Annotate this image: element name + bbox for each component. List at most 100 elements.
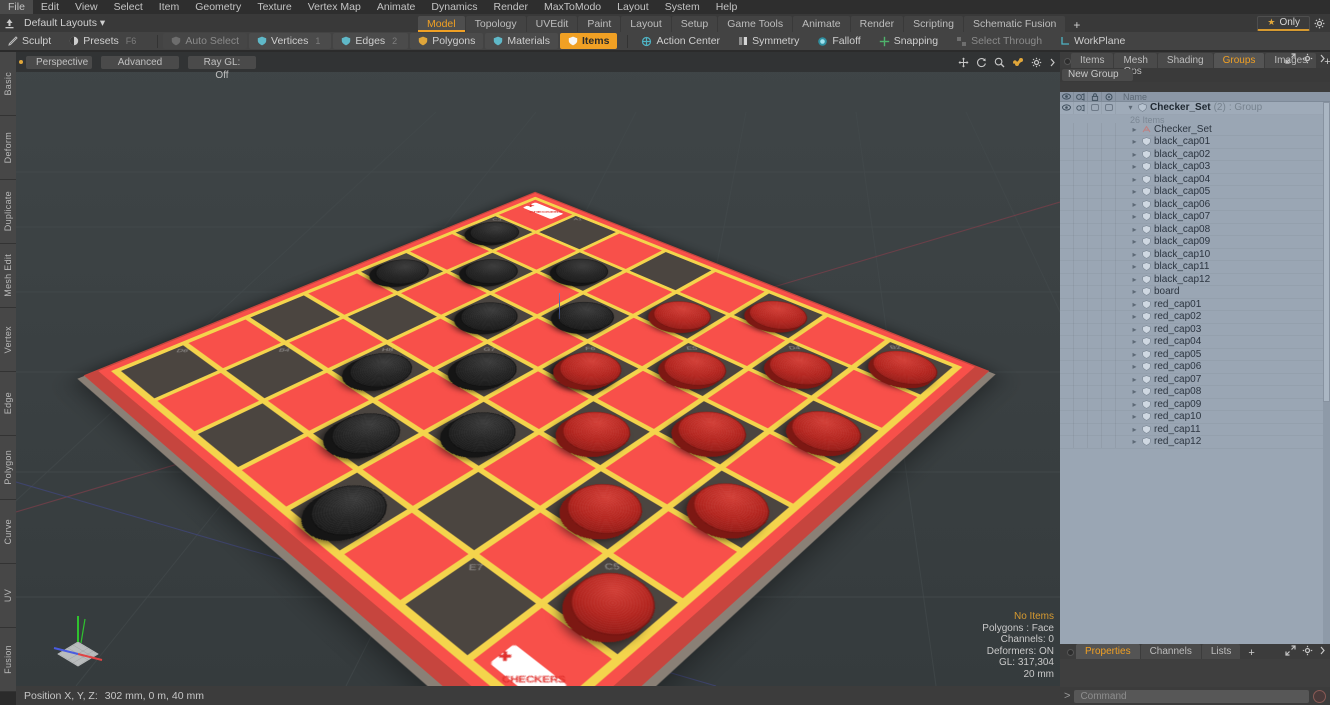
checker-piece-red[interactable] (778, 403, 874, 461)
left-tab-vertex[interactable]: Vertex (0, 308, 16, 372)
left-tab-basic[interactable]: Basic (0, 52, 16, 116)
menu-item-view[interactable]: View (67, 0, 106, 14)
item-select-cell[interactable] (1102, 161, 1116, 174)
chevron-right-icon[interactable] (1049, 57, 1056, 68)
list-item[interactable]: ▸ red_cap01 (1060, 299, 1330, 312)
list-item[interactable]: ▸ red_cap04 (1060, 336, 1330, 349)
item-lock-cell[interactable] (1088, 223, 1102, 236)
materials-button[interactable]: Materials (485, 33, 558, 49)
board-square[interactable] (773, 400, 878, 463)
viewport-3d[interactable]: A1 B2 C3 D4 E5 F6 G7 H8 B4 C5 D6 E7 ✚ CHECKERS ✚ CH… (16, 52, 1060, 686)
gear-icon-viewport[interactable] (1031, 57, 1042, 68)
zoom-icon[interactable] (994, 57, 1005, 68)
list-scrollbar-thumb[interactable] (1323, 102, 1330, 402)
item-render-cell[interactable] (1074, 436, 1088, 449)
item-lock-cell[interactable] (1088, 136, 1102, 149)
board-square[interactable] (479, 512, 603, 599)
item-render-cell[interactable] (1074, 148, 1088, 161)
falloff-button[interactable]: Falloff (809, 33, 868, 49)
item-render-cell[interactable] (1074, 236, 1088, 249)
item-select-cell[interactable] (1102, 273, 1116, 286)
action-center-button[interactable]: Action Center (633, 33, 728, 49)
item-visibility-cell[interactable] (1060, 198, 1074, 211)
item-visibility-cell[interactable] (1060, 436, 1074, 449)
list-item[interactable]: ▸ black_cap02 (1060, 149, 1330, 162)
item-lock-cell[interactable] (1088, 261, 1102, 274)
viewport-view-mode[interactable]: Perspective (26, 56, 92, 69)
item-twirl-icon[interactable]: ▸ (1130, 337, 1139, 346)
menu-item-system[interactable]: System (657, 0, 708, 14)
viewport-shading-mode[interactable]: Advanced (101, 56, 179, 69)
item-lock-cell[interactable] (1088, 311, 1102, 324)
right-panel-tab-groups[interactable]: Groups (1214, 53, 1265, 68)
visibility-column-icon[interactable] (1060, 92, 1074, 102)
item-twirl-icon[interactable]: ▸ (1130, 312, 1139, 321)
item-visibility-cell[interactable] (1060, 148, 1074, 161)
item-select-cell[interactable] (1102, 386, 1116, 399)
gear-icon[interactable] (1310, 16, 1328, 31)
item-visibility-cell[interactable] (1060, 398, 1074, 411)
group-item-list[interactable]: Name ▾ Checker_Set (2) : Group 26 Items ▸ Ch… (1060, 92, 1330, 692)
item-select-cell[interactable] (1102, 361, 1116, 374)
group-header-row[interactable]: ▾ Checker_Set (2) : Group (1060, 102, 1330, 115)
item-select-cell[interactable] (1102, 236, 1116, 249)
item-twirl-icon[interactable]: ▸ (1130, 237, 1139, 246)
checker-piece-red[interactable] (678, 474, 784, 545)
item-lock-cell[interactable] (1088, 386, 1102, 399)
menu-item-texture[interactable]: Texture (249, 0, 299, 14)
item-visibility-cell[interactable] (1060, 236, 1074, 249)
list-item[interactable]: ▸ red_cap05 (1060, 349, 1330, 362)
item-visibility-cell[interactable] (1060, 411, 1074, 424)
axis-gizmo[interactable] (36, 602, 122, 674)
list-item[interactable]: ▸ black_cap11 (1060, 261, 1330, 274)
board-square[interactable]: E7 (405, 557, 536, 655)
item-visibility-cell[interactable] (1060, 386, 1074, 399)
list-item[interactable]: ▸ board (1060, 286, 1330, 299)
item-select-cell[interactable] (1102, 286, 1116, 299)
item-render-cell[interactable] (1074, 398, 1088, 411)
group-lock-toggle[interactable] (1088, 102, 1102, 115)
item-visibility-cell[interactable] (1060, 173, 1074, 186)
item-lock-cell[interactable] (1088, 173, 1102, 186)
board-square[interactable] (242, 436, 353, 506)
board-square[interactable] (817, 370, 917, 428)
render-column-icon[interactable] (1074, 92, 1088, 102)
board-square[interactable] (158, 373, 259, 431)
layout-tab-model[interactable]: Model (418, 16, 465, 32)
layout-tab-setup[interactable]: Setup (672, 16, 717, 32)
item-twirl-icon[interactable]: ▸ (1130, 287, 1139, 296)
item-twirl-icon[interactable]: ▸ (1130, 437, 1139, 446)
item-twirl-icon[interactable]: ▸ (1130, 262, 1139, 271)
item-lock-cell[interactable] (1088, 273, 1102, 286)
item-render-cell[interactable] (1074, 173, 1088, 186)
board-square[interactable] (418, 472, 535, 550)
menu-item-item[interactable]: Item (151, 0, 187, 14)
item-twirl-icon[interactable]: ▸ (1130, 300, 1139, 309)
layout-tab-scripting[interactable]: Scripting (904, 16, 963, 32)
board-square[interactable] (545, 471, 662, 549)
item-twirl-icon[interactable]: ▸ (1130, 387, 1139, 396)
item-select-cell[interactable] (1102, 311, 1116, 324)
left-tab-curve[interactable]: Curve (0, 500, 16, 564)
panel-menu-dot[interactable] (1064, 54, 1071, 68)
item-lock-cell[interactable] (1088, 148, 1102, 161)
add-bottom-panel-tab-button[interactable]: + (1241, 647, 1261, 659)
group-render-toggle[interactable] (1074, 102, 1088, 115)
bottom-panel-tab-lists[interactable]: Lists (1202, 644, 1241, 659)
item-select-cell[interactable] (1102, 261, 1116, 274)
item-lock-cell[interactable] (1088, 361, 1102, 374)
item-render-cell[interactable] (1074, 348, 1088, 361)
menu-item-geometry[interactable]: Geometry (187, 0, 249, 14)
menu-item-dynamics[interactable]: Dynamics (423, 0, 485, 14)
board-square[interactable] (544, 401, 650, 465)
board-square[interactable] (484, 435, 595, 505)
board-square[interactable] (473, 607, 612, 686)
item-twirl-icon[interactable]: ▸ (1130, 375, 1139, 384)
item-render-cell[interactable] (1074, 123, 1088, 136)
polygons-button[interactable]: Polygons (410, 33, 483, 49)
item-twirl-icon[interactable]: ▸ (1130, 175, 1139, 184)
item-twirl-icon[interactable]: ▸ (1130, 162, 1139, 171)
layout-tab-render[interactable]: Render (851, 16, 903, 32)
panel-gear-icon[interactable] (1302, 53, 1313, 64)
item-twirl-icon[interactable]: ▸ (1130, 362, 1139, 371)
